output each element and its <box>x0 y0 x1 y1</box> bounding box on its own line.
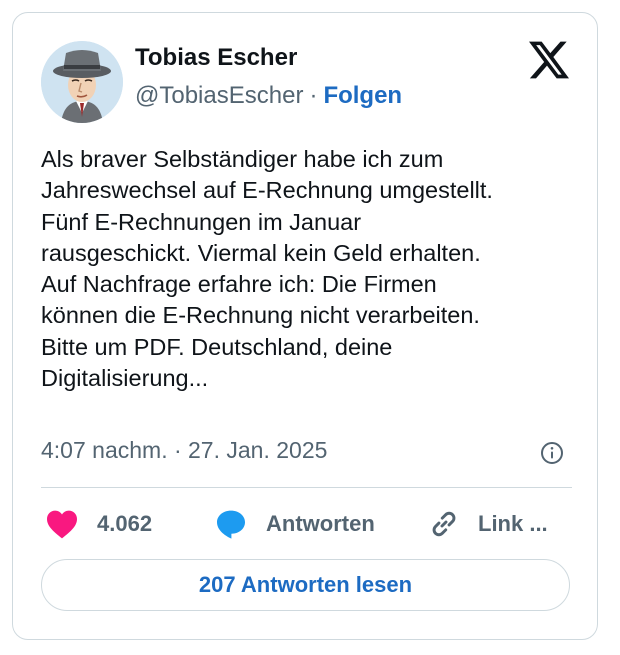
follow-button[interactable]: Folgen <box>323 82 402 109</box>
handle-row: @TobiasEscher · Folgen <box>135 82 402 110</box>
tweet-line: Fünf E-Rechnungen im Januar <box>41 208 362 235</box>
read-replies-label: 207 Antworten lesen <box>198 572 413 597</box>
reply-label: Antworten <box>266 511 375 536</box>
like-count: 4.062 <box>97 511 153 536</box>
chain-link-icon <box>432 511 456 537</box>
tweet-line: Jahreswechsel auf E-Rechnung umgestellt. <box>41 177 493 204</box>
reply-button[interactable]: Antworten <box>214 507 375 541</box>
like-button[interactable]: 4.062 <box>45 507 152 541</box>
author-name[interactable]: Tobias Escher <box>135 44 297 72</box>
x-logo-icon[interactable] <box>529 41 569 79</box>
tweet-line: Digitalisierung... <box>41 365 209 392</box>
tweet-line: Bitte um PDF. Deutschland, deine <box>41 333 393 360</box>
tweet-line: Auf Nachfrage erfahre ich: Die Firmen <box>41 271 437 298</box>
author-handle[interactable]: @TobiasEscher <box>135 82 303 109</box>
heart-icon <box>47 510 77 539</box>
info-icon[interactable] <box>540 441 564 465</box>
tweet-card: Tobias Escher @TobiasEscher · Folgen Als b… <box>12 12 598 640</box>
tweet-line: können die E-Rechnung nicht verarbeiten. <box>41 302 480 329</box>
avatar[interactable] <box>41 41 123 123</box>
tweet-line: Als braver Selbständiger habe ich zum <box>41 146 444 172</box>
tweet-text: Als braver Selbständiger habe ich zum Ja… <box>41 144 581 394</box>
timestamp[interactable]: 4:07 nachm. · 27. Jan. 2025 <box>41 437 327 464</box>
divider <box>41 487 572 488</box>
read-replies-button[interactable]: 207 Antworten lesen <box>41 559 570 611</box>
tweet-line: rausgeschickt. Viermal kein Geld erhalte… <box>41 239 481 266</box>
link-label: Link ... <box>478 511 548 536</box>
speech-bubble-icon <box>217 510 245 539</box>
copy-link-button[interactable]: Link ... <box>428 507 548 541</box>
separator-dot: · <box>309 82 318 109</box>
